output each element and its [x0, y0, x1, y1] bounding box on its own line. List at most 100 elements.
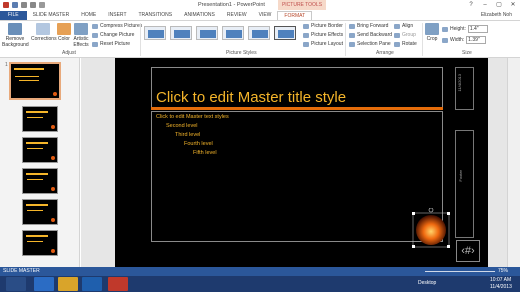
text-level-4[interactable]: Fourth level	[184, 141, 213, 147]
help-button[interactable]: ?	[464, 0, 478, 10]
rotate-label: Rotate	[402, 41, 417, 47]
date-text: 11/4/2013	[457, 74, 462, 92]
close-button[interactable]: ✕	[506, 0, 520, 10]
minimize-button[interactable]: –	[478, 0, 492, 10]
thumbnail-layout[interactable]	[22, 230, 58, 256]
title-underline	[151, 107, 443, 110]
footer-placeholder[interactable]	[455, 130, 474, 238]
quick-access-toolbar	[3, 2, 45, 8]
ie-icon[interactable]	[34, 277, 54, 291]
selection-pane-button[interactable]: Selection Pane	[349, 41, 391, 47]
thumbnail-layout[interactable]	[22, 168, 58, 194]
outlook-icon[interactable]	[82, 277, 102, 291]
powerpoint-logo-icon	[3, 2, 9, 8]
thumbnail-layout[interactable]	[22, 137, 58, 163]
thumbnail-layout[interactable]	[22, 106, 58, 132]
picture-effects-button[interactable]: Picture Effects	[303, 32, 343, 38]
group-separator	[345, 23, 346, 56]
picture-style-5[interactable]	[248, 26, 270, 40]
tab-insert[interactable]: INSERT	[102, 11, 132, 20]
picture-layout-button[interactable]: Picture Layout	[303, 41, 343, 47]
group-button[interactable]: Group	[394, 32, 416, 38]
text-level-1[interactable]: Click to edit Master text styles	[156, 114, 229, 120]
compress-label: Compress Pictures	[100, 23, 143, 29]
artistic-effects-button[interactable]: Artistic Effects	[72, 23, 90, 48]
width-input[interactable]: 1.39"	[466, 36, 487, 44]
master-title[interactable]: Click to edit Master title style	[156, 89, 346, 106]
tab-file[interactable]: FILE	[0, 11, 27, 20]
redo-icon[interactable]	[30, 2, 36, 8]
corrections-button[interactable]: Corrections	[31, 23, 57, 42]
view-indicator: SLIDE MASTER	[3, 268, 40, 274]
clock-date[interactable]: 11/4/2013	[490, 284, 512, 290]
send-backward-button[interactable]: Send Backward	[349, 32, 392, 38]
selected-picture[interactable]	[412, 208, 450, 248]
crop-icon	[425, 23, 439, 35]
tab-view[interactable]: VIEW	[253, 11, 278, 20]
selection-pane-icon	[349, 41, 355, 47]
remove-background-icon	[8, 23, 22, 35]
zoom-slider[interactable]	[425, 271, 495, 272]
compress-icon	[92, 23, 98, 29]
compress-pictures-button[interactable]: Compress Pictures	[92, 23, 142, 29]
slide-number-placeholder[interactable]: ‹#›	[456, 240, 480, 262]
height-input[interactable]: 1.4"	[467, 25, 488, 33]
picture-style-3[interactable]	[196, 26, 218, 40]
reset-picture-button[interactable]: Reset Picture	[92, 41, 130, 47]
corrections-icon	[36, 23, 50, 35]
thumbnail-number: 1	[5, 62, 8, 68]
ribbon-tabs: FILE SLIDE MASTER HOME INSERT TRANSITION…	[0, 11, 520, 20]
group-separator	[140, 23, 141, 56]
picture-style-6[interactable]	[274, 26, 296, 40]
rotate-icon	[394, 41, 400, 47]
customize-qat-icon[interactable]	[39, 2, 45, 8]
user-name[interactable]: Elizabeth Noh	[481, 12, 512, 18]
body-placeholder[interactable]	[151, 111, 443, 242]
tab-home[interactable]: HOME	[75, 11, 102, 20]
picture-effects-label: Picture Effects	[311, 32, 344, 38]
powerpoint-icon[interactable]	[108, 277, 128, 291]
vertical-scrollbar[interactable]	[507, 58, 520, 267]
desktop-label[interactable]: Desktop	[418, 280, 436, 286]
zoom-level[interactable]: 75%	[498, 268, 508, 274]
start-icon[interactable]	[6, 277, 26, 291]
save-icon[interactable]	[12, 2, 18, 8]
color-button[interactable]: Color	[57, 23, 71, 42]
window-title: Presentation1 - PowerPoint	[198, 2, 265, 8]
change-picture-button[interactable]: Change Picture	[92, 32, 134, 38]
undo-icon[interactable]	[21, 2, 27, 8]
height-icon	[442, 26, 448, 32]
tab-slide-master[interactable]: SLIDE MASTER	[27, 11, 76, 20]
explorer-icon[interactable]	[58, 277, 78, 291]
text-level-3[interactable]: Third level	[175, 132, 200, 138]
picture-border-icon	[303, 23, 309, 29]
clock-time[interactable]: 10:07 AM	[490, 277, 511, 283]
thumbnail-master[interactable]	[9, 62, 61, 100]
picture-style-4[interactable]	[222, 26, 244, 40]
text-level-5[interactable]: Fifth level	[193, 150, 217, 156]
status-bar: SLIDE MASTER 75%	[0, 267, 520, 276]
tab-review[interactable]: REVIEW	[221, 11, 253, 20]
tab-transitions[interactable]: TRANSITIONS	[133, 11, 179, 20]
rotate-button[interactable]: Rotate	[394, 41, 417, 47]
tab-format[interactable]: FORMAT	[277, 11, 313, 20]
picture-layout-label: Picture Layout	[311, 41, 343, 47]
picture-style-2[interactable]	[170, 26, 192, 40]
picture-border-button[interactable]: Picture Border	[303, 23, 343, 29]
bring-forward-button[interactable]: Bring Forward	[349, 23, 388, 29]
tab-animations[interactable]: ANIMATIONS	[178, 11, 221, 20]
picture-style-1[interactable]	[144, 26, 166, 40]
size-group-label: Size	[462, 50, 472, 56]
color-label: Color	[58, 36, 70, 42]
send-backward-icon	[349, 32, 355, 38]
title-bar: PICTURE TOOLS Presentation1 - PowerPoint…	[0, 0, 520, 11]
group-separator	[422, 23, 423, 56]
align-button[interactable]: Align	[394, 23, 413, 29]
thumbnail-layout[interactable]	[22, 199, 58, 225]
remove-background-button[interactable]: Remove Background	[2, 23, 29, 48]
picture-layout-icon	[303, 41, 309, 47]
send-backward-label: Send Backward	[357, 32, 393, 38]
crop-button[interactable]: Crop	[425, 23, 439, 42]
text-level-2[interactable]: Second level	[166, 123, 198, 129]
maximize-button[interactable]: ▢	[492, 0, 506, 10]
